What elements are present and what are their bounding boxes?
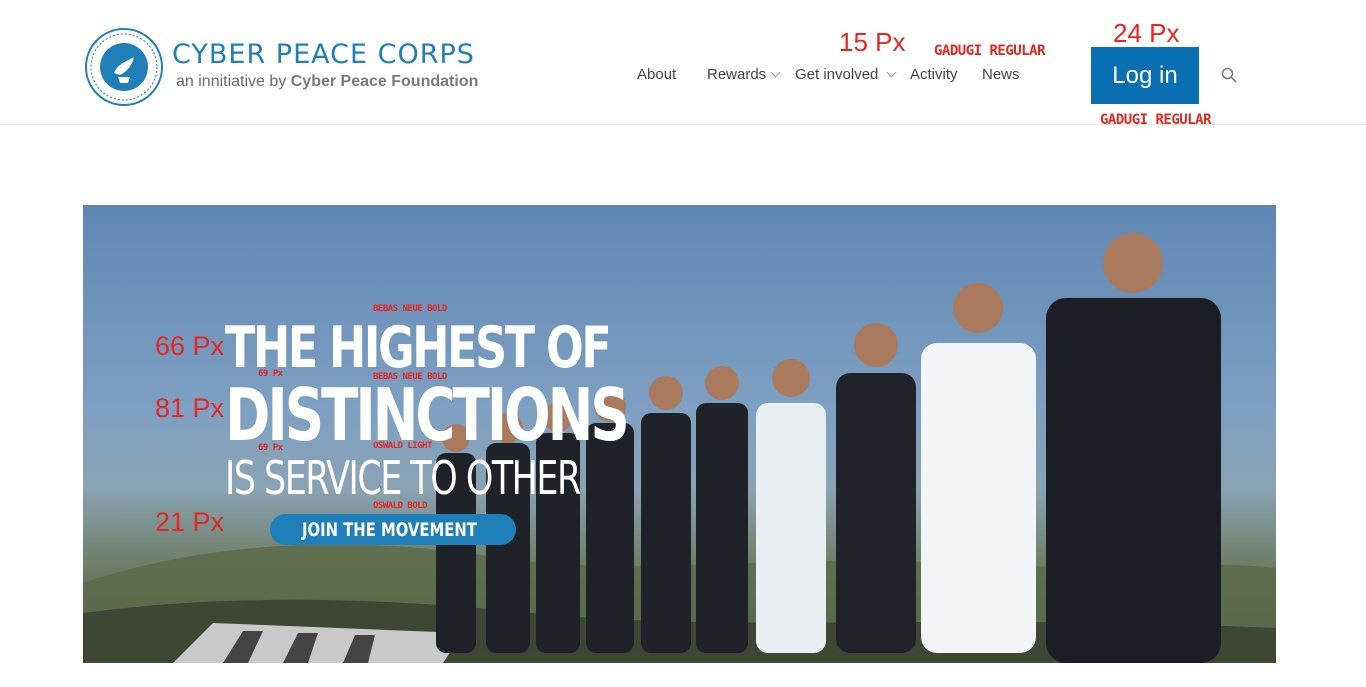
annotation-font-1: BEBAS NEUE BOLD: [373, 304, 447, 314]
hero-banner: BEBAS NEUE BOLD 66 Px 69 Px BEBAS NEUE B…: [83, 205, 1276, 663]
brand-subtitle-org: Cyber Peace Foundation: [290, 73, 479, 90]
annotation-hero-line1-size: 66 Px: [155, 331, 225, 361]
annotation-join-size: 21 Px: [155, 507, 225, 537]
nav-news[interactable]: News: [982, 66, 1020, 83]
cyber-peace-badge-icon: [85, 28, 163, 106]
hero-heading-line3: IS SERVICE TO OTHER: [225, 451, 581, 505]
search-icon[interactable]: [1221, 67, 1237, 83]
nav-rewards-label: Rewards: [707, 66, 767, 83]
brand-subtitle: an innitiative by Cyber Peace Foundation: [176, 73, 478, 91]
nav-news-label: News: [982, 66, 1020, 83]
chevron-down-icon: [770, 67, 781, 78]
hero-heading-line2: DISTINCTIONS: [225, 373, 630, 457]
nav-about-label: About: [637, 66, 677, 83]
nav-about[interactable]: About: [637, 66, 676, 83]
nav-get-involved[interactable]: Get involved: [795, 66, 897, 83]
annotation-hero-line2-size: 81 Px: [155, 393, 225, 423]
join-movement-button[interactable]: JOIN THE MOVEMENT: [270, 514, 516, 545]
nav-get-involved-label: Get involved: [795, 66, 879, 83]
nav-activity-label: Activity: [910, 66, 958, 83]
annotation-login-size: 24 Px: [1113, 18, 1180, 48]
annotation-nav-font: GADUGI REGULAR: [934, 43, 1046, 59]
login-button[interactable]: Log in: [1091, 47, 1199, 104]
hero-heading-line1: THE HIGHEST OF: [225, 315, 612, 381]
brand-title: CYBER PEACE CORPS: [172, 39, 475, 70]
nav-rewards[interactable]: Rewards: [707, 66, 781, 83]
annotation-login-font: GADUGI REGULAR: [1100, 112, 1212, 128]
brand-subtitle-prefix: an innitiative by: [176, 73, 287, 90]
annotation-nav-size: 15 Px: [839, 27, 906, 57]
brand-logo[interactable]: CYBER PEACE CORPS an innitiative by Cybe…: [84, 27, 574, 107]
site-header: CYBER PEACE CORPS an innitiative by Cybe…: [0, 0, 1366, 125]
nav-activity[interactable]: Activity: [910, 66, 958, 83]
join-movement-label: JOIN THE MOVEMENT: [302, 518, 477, 541]
chevron-down-icon: [886, 67, 897, 78]
